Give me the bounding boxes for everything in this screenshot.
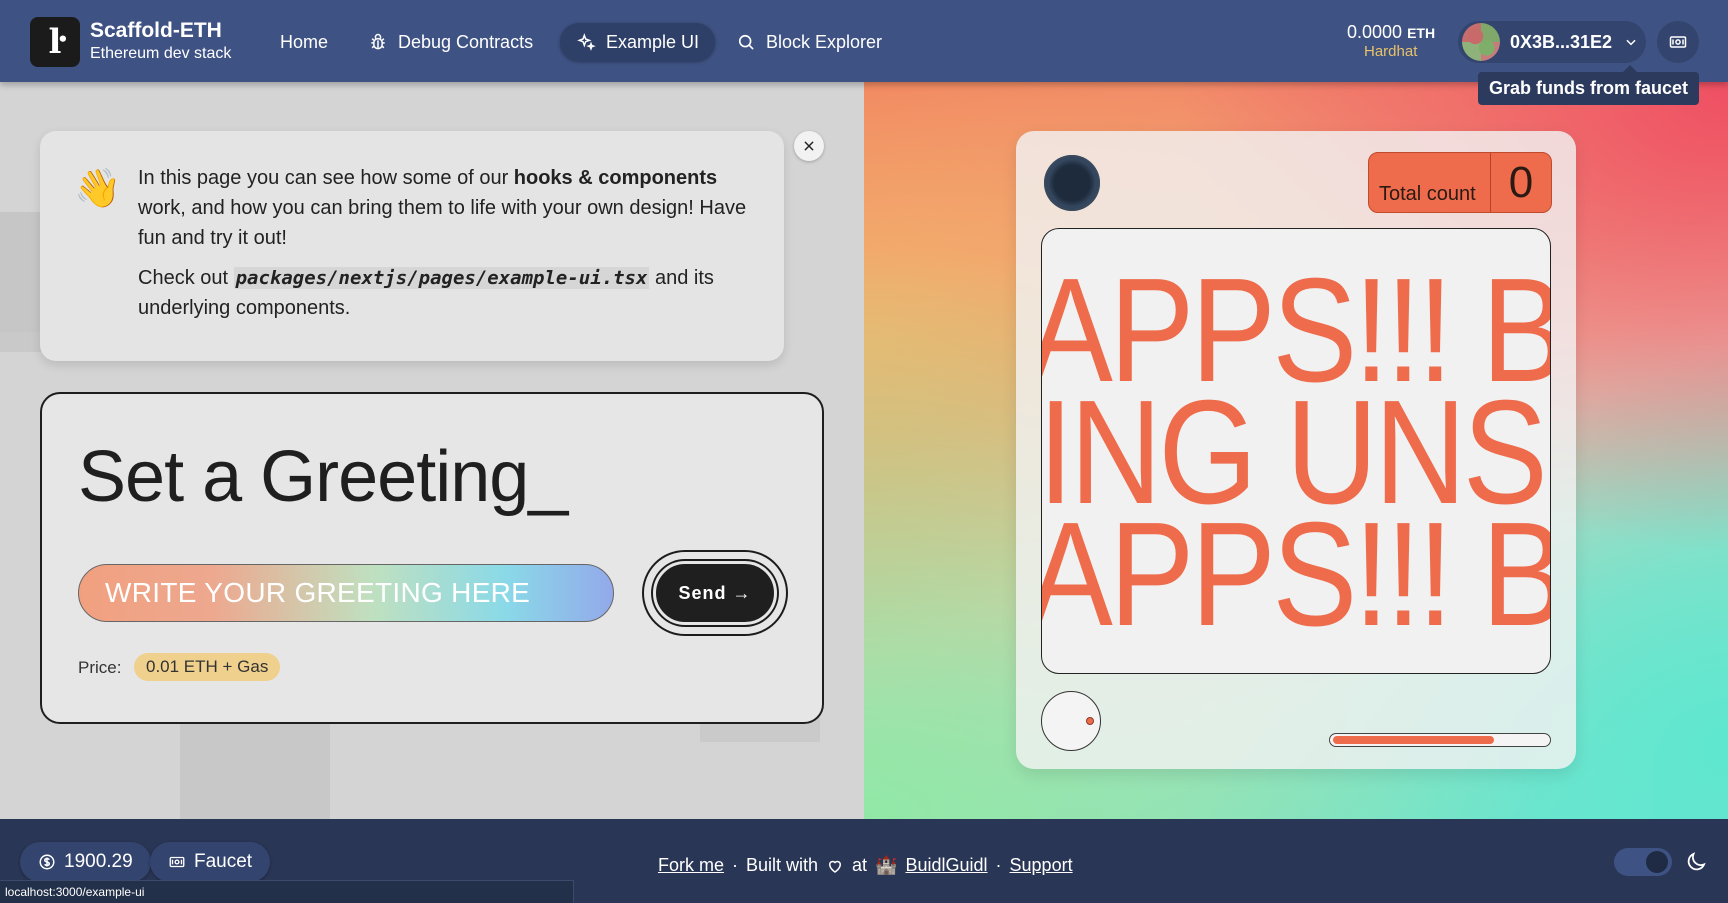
faucet-label: Faucet <box>194 851 253 872</box>
info-paragraph: In this page you can see how some of our… <box>138 163 758 253</box>
at-text: at <box>852 855 868 875</box>
heart-icon <box>829 860 842 873</box>
send-button[interactable]: Send → <box>653 561 777 625</box>
ring-indicator <box>1041 691 1101 751</box>
greeting-input[interactable]: WRITE YOUR GREETING HERE <box>78 564 614 622</box>
account-address: 0X3B...31E2 <box>1510 31 1613 52</box>
scaffold-logo[interactable]: ŀ <box>30 17 80 67</box>
faucet-button[interactable] <box>1657 21 1699 63</box>
fork-me-link[interactable]: Fork me <box>658 855 724 876</box>
right-pane: Total count 0 APPS!!! B ING UNS APPS!!! … <box>864 82 1728 819</box>
castle-icon: 🏰 <box>875 855 898 875</box>
theme-toggle[interactable] <box>1614 848 1672 876</box>
progress-bar <box>1329 733 1551 747</box>
status-orb <box>1044 155 1100 211</box>
footer-faucet-button[interactable]: Faucet <box>150 842 271 882</box>
eth-balance: 0.0000 ETH <box>1347 22 1435 43</box>
brand-title: Scaffold-ETH <box>90 19 222 42</box>
ring-dot <box>1086 717 1094 725</box>
nav-link-label: Debug Contracts <box>398 31 534 52</box>
network-name: Hardhat <box>1364 43 1418 60</box>
balance-unit: ETH <box>1407 25 1436 41</box>
info-bold-text: hooks & components <box>513 167 718 189</box>
close-icon <box>804 141 814 151</box>
dollar-icon <box>39 854 55 870</box>
total-count-box: Total count 0 <box>1368 152 1552 213</box>
waving-hand-icon: 👋 <box>74 168 122 210</box>
account-dropdown-button[interactable]: 0X3B...31E2 <box>1458 21 1646 63</box>
close-info-button[interactable] <box>794 131 824 161</box>
banknote-icon <box>169 856 185 868</box>
nav-link-home[interactable]: Home <box>264 23 344 61</box>
moon-icon <box>1687 852 1706 871</box>
eth-price: 1900.29 <box>64 851 133 872</box>
chevron-down-icon <box>1626 39 1636 46</box>
nav-link-label: Block Explorer <box>766 31 883 52</box>
separator-dot: · <box>995 855 1002 875</box>
eth-price-pill: 1900.29 <box>20 842 151 882</box>
marquee-line: APPS!!! B <box>1041 492 1551 657</box>
nav-link-debug-contracts[interactable]: Debug Contracts <box>352 23 549 61</box>
price-badge: 0.01 ETH + Gas <box>134 653 281 681</box>
separator-dot: · <box>732 855 739 875</box>
buidlguidl-link[interactable]: BuidlGuidl <box>905 855 987 876</box>
greeting-title: Set a Greeting_ <box>78 437 568 517</box>
nav-link-example-ui[interactable]: Example UI <box>560 23 716 61</box>
info-text: In this page you can see how some of our… <box>138 163 758 323</box>
navbar: ŀ Scaffold-ETH Ethereum dev stack Home D… <box>0 0 1728 82</box>
banknote-icon <box>1669 36 1687 48</box>
sparkles-icon <box>577 33 596 51</box>
total-count-label: Total count <box>1379 183 1476 205</box>
code-path: packages/nextjs/pages/example-ui.tsx <box>233 267 650 289</box>
info-text-segment: Check out <box>138 267 234 289</box>
progress-fill <box>1333 736 1494 744</box>
balance-value: 0.0000 <box>1347 22 1403 42</box>
faucet-tooltip: Grab funds from faucet <box>1478 65 1699 105</box>
search-icon <box>738 34 754 50</box>
send-button-frame: Send → <box>642 550 788 636</box>
left-pane: 👋 In this page you can see how some of o… <box>0 82 864 819</box>
info-text-segment: In this page you can see how some of our <box>138 167 514 189</box>
greeting-marquee: APPS!!! B ING UNS APPS!!! B <box>1041 228 1551 674</box>
brand-subtitle: Ethereum dev stack <box>90 45 232 62</box>
toggle-knob <box>1646 851 1668 873</box>
built-with-text: Built with <box>746 855 819 875</box>
nav-link-label: Example UI <box>606 31 700 52</box>
bug-icon <box>371 33 385 50</box>
total-count-value: 0 <box>1508 157 1534 207</box>
contract-interaction-card: Total count 0 APPS!!! B ING UNS APPS!!! … <box>1016 131 1576 769</box>
footer-links: Fork me · Built with at 🏰 BuidlGuidl · S… <box>658 855 1073 876</box>
nav-link-label: Home <box>280 31 329 52</box>
nav-link-block-explorer[interactable]: Block Explorer <box>720 23 898 61</box>
price-label: Price: <box>78 658 122 677</box>
info-card: 👋 In this page you can see how some of o… <box>40 131 784 361</box>
avatar <box>1462 23 1500 61</box>
info-paragraph: Check out packages/nextjs/pages/example-… <box>138 263 758 323</box>
support-link[interactable]: Support <box>1010 855 1073 876</box>
info-text-segment: work, and how you can bring them to life… <box>138 197 747 249</box>
status-bar-url: localhost:3000/example-ui <box>0 880 574 903</box>
set-greeting-card: Set a Greeting_ WRITE YOUR GREETING HERE… <box>40 392 824 724</box>
